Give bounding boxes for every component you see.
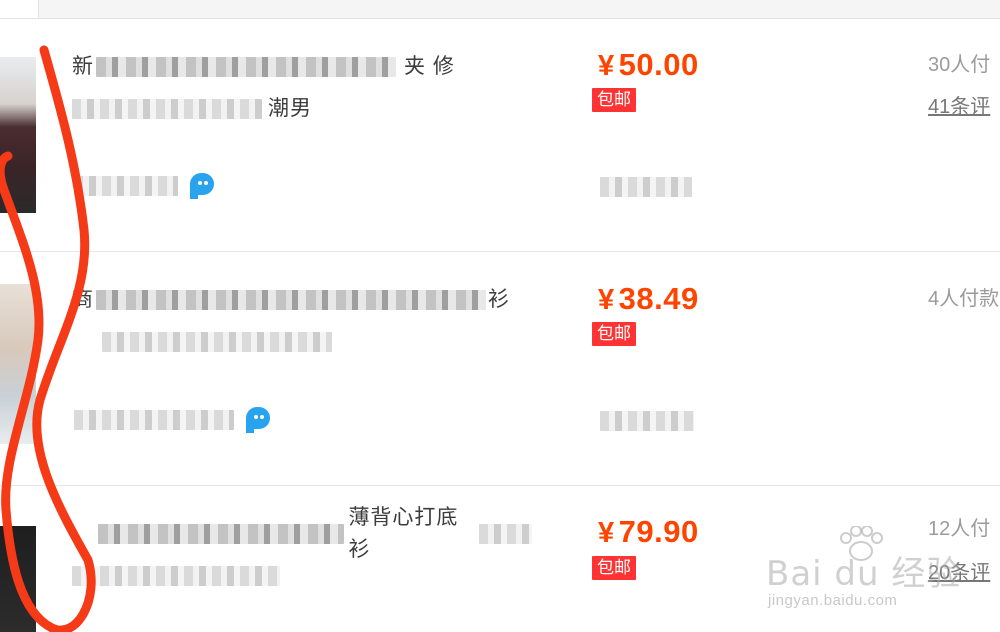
sales-count: 30人付: [928, 54, 991, 76]
title-suffix: 衫: [488, 288, 510, 311]
top-bar: [0, 0, 1000, 19]
free-shipping-badge: 包邮: [592, 88, 636, 112]
wangwang-chat-icon[interactable]: [246, 405, 270, 435]
currency-symbol: ¥: [598, 517, 615, 549]
product-title[interactable]: 薄背心打底衫: [72, 506, 532, 592]
price: ¥50.00: [598, 47, 699, 84]
price-value: 38.49: [618, 281, 699, 316]
blurred-title-text: [96, 57, 396, 77]
product-title[interactable]: 商 衫: [72, 284, 532, 358]
blurred-title-text: [72, 99, 262, 119]
blurred-location: [600, 177, 692, 202]
blurred-title-text: [96, 290, 486, 310]
product-title[interactable]: 新 夹 修 潮男: [72, 51, 532, 125]
price-value: 50.00: [618, 47, 699, 82]
free-shipping-badge: 包邮: [592, 322, 636, 346]
price: ¥38.49: [598, 281, 699, 318]
title-prefix: 商: [72, 288, 94, 311]
comments-link[interactable]: 41条评: [928, 94, 990, 120]
currency-symbol: ¥: [598, 50, 615, 82]
blurred-title-text: [478, 524, 532, 544]
blurred-title-text: [102, 332, 332, 352]
blurred-title-text: [72, 566, 280, 586]
blurred-location: [600, 411, 694, 436]
comments-link[interactable]: 20条评: [928, 560, 990, 586]
product-thumbnail[interactable]: [0, 526, 36, 632]
shop-info[interactable]: [74, 405, 270, 435]
currency-symbol: ¥: [598, 284, 615, 316]
product-thumbnail[interactable]: [0, 57, 36, 213]
blurred-shop-name: [74, 176, 178, 196]
shop-info[interactable]: [74, 171, 214, 201]
sales-count: 4人付款: [928, 288, 1000, 310]
title-suffix: 夹 修: [404, 55, 455, 78]
title-suffix: 潮男: [268, 97, 312, 120]
title-suffix: 薄背心打底衫: [348, 506, 459, 561]
price-value: 79.90: [618, 514, 699, 549]
sales-count: 12人付: [928, 518, 991, 540]
title-prefix: 新: [72, 55, 94, 78]
product-thumbnail[interactable]: [0, 284, 36, 444]
blurred-shop-name: [74, 410, 234, 430]
wangwang-chat-icon[interactable]: [190, 171, 214, 201]
price: ¥79.90: [598, 514, 699, 551]
blurred-title-text: [98, 524, 345, 544]
free-shipping-badge: 包邮: [592, 556, 636, 580]
top-tab[interactable]: [0, 0, 39, 18]
